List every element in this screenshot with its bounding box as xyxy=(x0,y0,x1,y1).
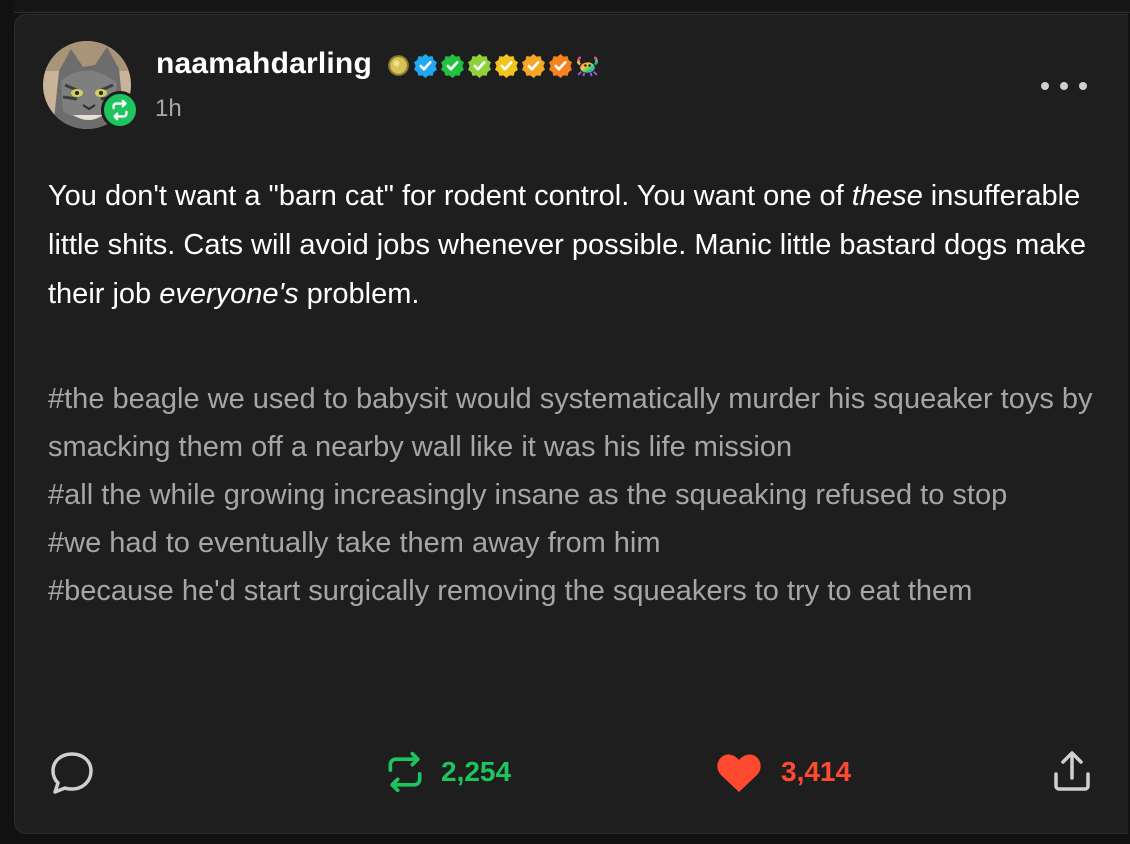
ellipsis-icon xyxy=(1041,82,1049,90)
body-text: problem. xyxy=(298,278,420,310)
reblog-arrows-icon xyxy=(388,751,422,793)
body-text: You don't want a "barn cat" for rodent c… xyxy=(48,180,852,212)
rainbow-crab-badge-icon[interactable] xyxy=(575,53,600,78)
ellipsis-icon xyxy=(1079,82,1087,90)
reply-button[interactable] xyxy=(48,750,96,796)
tag-link[interactable]: #the beagle we used to babysit would sys… xyxy=(48,375,1108,471)
lime-check-badge-icon[interactable] xyxy=(467,53,492,78)
tag-link[interactable]: #all the while growing increasingly insa… xyxy=(48,471,1108,519)
tag-link[interactable]: #we had to eventually take them away fro… xyxy=(48,519,1108,567)
more-options-button[interactable] xyxy=(1041,73,1087,99)
body-emphasis: these xyxy=(851,180,923,212)
like-button[interactable]: 3,414 xyxy=(715,750,851,794)
tag-link[interactable]: #because he'd start surgically removing … xyxy=(48,567,1108,615)
post-card: naamahdarling 1h You don't want a "barn … xyxy=(14,14,1128,834)
blue-check-badge-icon[interactable] xyxy=(413,53,438,78)
yellow-check-badge-icon[interactable] xyxy=(494,53,519,78)
green-check-badge-icon[interactable] xyxy=(440,53,465,78)
body-emphasis: everyone's xyxy=(159,278,299,310)
reblog-badge xyxy=(101,91,139,129)
post-timestamp[interactable]: 1h xyxy=(155,95,182,123)
gold-check-badge-icon[interactable] xyxy=(521,53,546,78)
previous-post-edge xyxy=(14,0,1130,13)
reblog-button[interactable]: 2,254 xyxy=(383,750,511,794)
ellipsis-icon xyxy=(1060,82,1068,90)
reblog-count: 2,254 xyxy=(441,756,512,787)
reblog-icon xyxy=(112,99,128,121)
coin-badge-icon[interactable] xyxy=(386,53,411,78)
orange-check-badge-icon[interactable] xyxy=(548,53,573,78)
like-count: 3,414 xyxy=(781,756,852,787)
post-tags: #the beagle we used to babysit would sys… xyxy=(48,375,1108,615)
share-button[interactable] xyxy=(1051,748,1093,794)
post-body: You don't want a "barn cat" for rodent c… xyxy=(48,172,1088,319)
post-username[interactable]: naamahdarling xyxy=(156,47,372,81)
share-upload-icon xyxy=(1054,751,1090,791)
post-paragraph: You don't want a "barn cat" for rodent c… xyxy=(48,172,1088,319)
badge-row xyxy=(386,53,600,78)
heart-icon xyxy=(717,754,761,792)
speech-bubble-icon xyxy=(51,752,93,794)
